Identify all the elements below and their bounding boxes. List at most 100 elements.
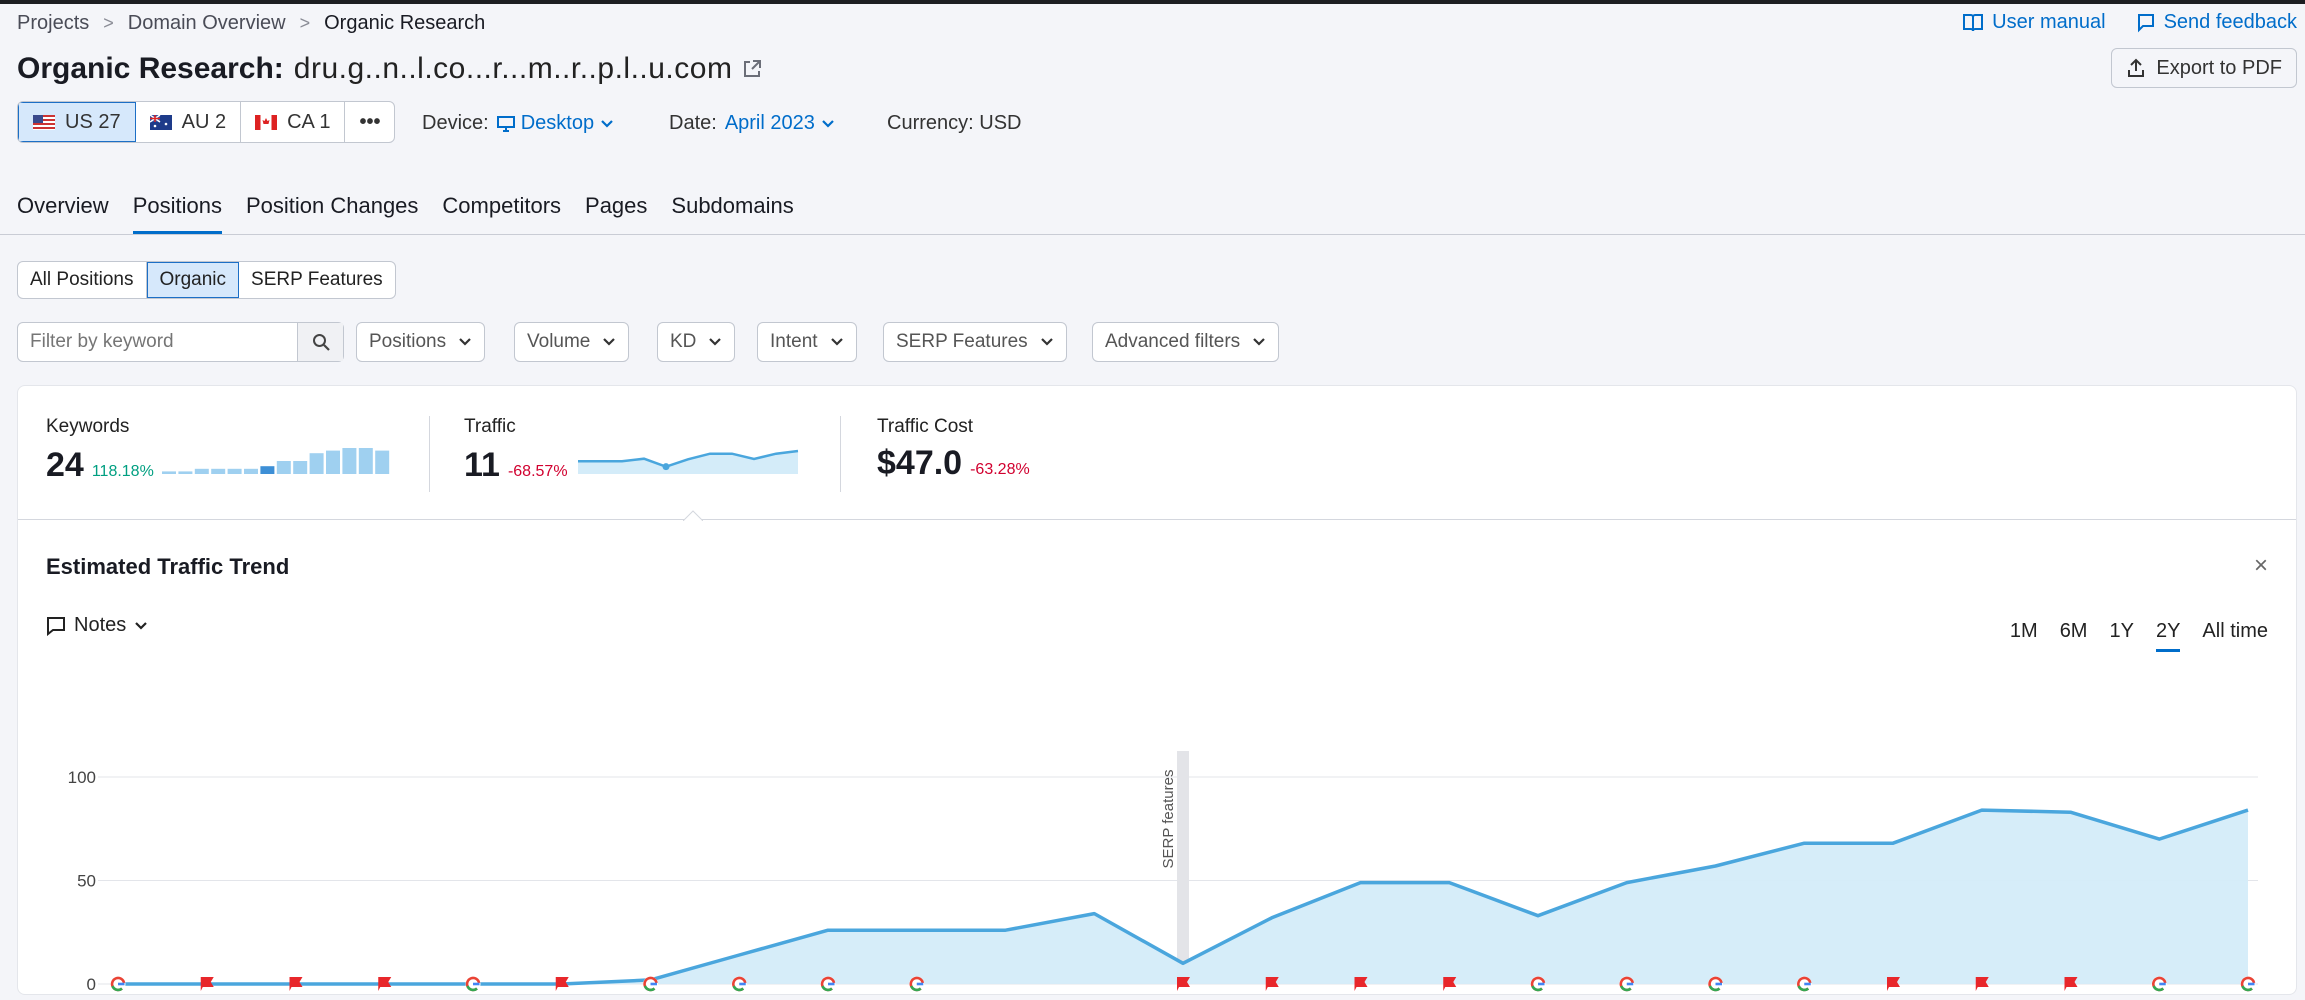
flag-marker	[1177, 977, 1190, 991]
filter-positions[interactable]: Positions	[356, 322, 486, 362]
keywords-spark-bar	[161, 471, 176, 474]
google-marker	[2151, 976, 2167, 992]
filter-volume[interactable]: Volume	[514, 322, 630, 362]
database-au[interactable]: AU 2	[136, 102, 242, 142]
google-marker	[1708, 976, 1723, 992]
flag-marker	[555, 977, 569, 991]
send-feedback-label: Send feedback	[2163, 11, 2297, 33]
overview-card: Keywords 24 118.18% Traffic 11 -68.57% T…	[17, 385, 2297, 995]
tab-pages[interactable]: Pages	[585, 193, 647, 234]
kpi-keywords-change: 118.18%	[91, 463, 154, 480]
kpi-traffic[interactable]: Traffic 11 -68.57%	[464, 416, 800, 485]
flag-marker	[1354, 977, 1368, 991]
flag-marker	[289, 977, 303, 991]
page-title-prefix: Organic Research:	[17, 52, 284, 85]
google-marker	[2240, 976, 2256, 992]
keywords-spark-bar	[358, 448, 373, 474]
database-us[interactable]: US 27	[18, 102, 136, 142]
chevron-down-icon	[601, 119, 613, 128]
au-flag-icon	[149, 114, 172, 130]
kpi-traffic-cost[interactable]: Traffic Cost $47.0 -63.28%	[877, 416, 1030, 483]
google-marker	[110, 976, 126, 992]
google-marker	[643, 976, 658, 992]
filter-serp-features[interactable]: SERP Features	[883, 322, 1067, 362]
segment-all-positions[interactable]: All Positions	[18, 262, 147, 298]
filter-intent[interactable]: Intent	[757, 322, 857, 362]
range-1y[interactable]: 1Y	[2109, 620, 2133, 652]
user-manual-link[interactable]: User manual	[1962, 11, 2106, 34]
chevron-down-icon	[822, 119, 834, 128]
us-flag-icon	[33, 114, 55, 130]
kpi-keywords-label: Keywords	[46, 416, 130, 437]
keywords-spark-bar	[342, 448, 357, 474]
breadcrumb-domain-overview[interactable]: Domain Overview	[128, 12, 286, 35]
flag-marker	[2064, 977, 2078, 991]
kpi-divider	[429, 416, 430, 492]
tab-competitors[interactable]: Competitors	[442, 193, 561, 234]
device-selector[interactable]: Device: Desktop	[422, 112, 614, 135]
currency-display: Currency: USD	[887, 112, 1021, 135]
tab-position-changes[interactable]: Position Changes	[246, 193, 418, 234]
send-feedback-link[interactable]: Send feedback	[2136, 11, 2297, 34]
date-selector[interactable]: Date: April 2023	[669, 112, 835, 135]
kpi-keywords-value-row: 24 118.18%	[46, 444, 392, 485]
export-pdf-button[interactable]: Export to PDF	[2111, 48, 2297, 88]
google-marker	[1796, 976, 1812, 992]
chevron-down-icon	[459, 338, 471, 346]
user-manual-label: User manual	[1992, 11, 2106, 33]
chevron-down-icon	[709, 338, 722, 346]
serp-features-annotation: SERP features	[1160, 770, 1177, 869]
breadcrumb-projects[interactable]: Projects	[17, 12, 89, 35]
close-icon[interactable]: ×	[2254, 552, 2268, 580]
kpi-keywords[interactable]: Keywords 24 118.18%	[46, 416, 392, 485]
keyword-filter	[17, 322, 344, 362]
date-value: April 2023	[724, 112, 815, 134]
segment-serp-features[interactable]: SERP Features	[239, 262, 395, 298]
flag-marker	[378, 977, 392, 991]
notes-dropdown[interactable]: Notes	[46, 614, 148, 637]
notes-label: Notes	[74, 614, 127, 636]
range-1m[interactable]: 1M	[2010, 620, 2038, 652]
kpi-traffic-cost-change: -63.28%	[970, 461, 1030, 478]
keywords-spark-bar	[293, 461, 308, 474]
segment-organic[interactable]: Organic	[146, 262, 240, 298]
chevron-down-icon	[603, 338, 616, 346]
range-all-time[interactable]: All time	[2202, 620, 2268, 652]
database-ca[interactable]: CA 1	[241, 102, 346, 142]
trend-title: Estimated Traffic Trend	[46, 554, 290, 579]
range-2y[interactable]: 2Y	[2155, 620, 2181, 652]
kpi-divider	[840, 416, 841, 492]
message-icon	[2137, 13, 2154, 32]
filter-advanced[interactable]: Advanced filters	[1092, 322, 1280, 362]
date-value-wrap: April 2023	[725, 112, 835, 135]
keywords-spark-bar	[375, 450, 390, 474]
note-icon	[47, 616, 65, 636]
tab-overview[interactable]: Overview	[17, 193, 109, 234]
range-6m[interactable]: 6M	[2060, 620, 2088, 652]
google-marker	[820, 976, 836, 992]
google-marker	[909, 976, 925, 992]
kpi-pointer	[683, 510, 703, 521]
more-databases-button[interactable]: •••	[345, 102, 394, 142]
breadcrumb-current: Organic Research	[324, 12, 486, 34]
flag-marker	[1265, 977, 1279, 991]
time-range-selector: 1M 6M 1Y 2Y All time	[2010, 620, 2268, 652]
kpi-traffic-cost-value-row: $47.0 -63.28%	[877, 444, 1030, 483]
traffic-spark-point	[662, 463, 670, 471]
tab-subdomains[interactable]: Subdomains	[671, 193, 793, 234]
currency-label: Currency: USD	[887, 112, 1022, 134]
breadcrumb: Projects > Domain Overview > Organic Res…	[17, 12, 485, 35]
traffic-sparkline	[577, 449, 798, 474]
device-value: Desktop	[520, 112, 595, 134]
domain-name: dru.g..n..l.co...r...m..r..p.l..u.com	[293, 52, 733, 85]
filter-kd[interactable]: KD	[657, 322, 736, 362]
google-marker	[465, 976, 481, 992]
more-icon: •••	[359, 110, 381, 133]
tab-positions[interactable]: Positions	[132, 193, 222, 234]
kpi-traffic-change: -68.57%	[507, 463, 568, 480]
keywords-spark-bar	[325, 450, 340, 474]
search-button[interactable]	[297, 323, 343, 361]
keyword-filter-input[interactable]	[18, 323, 297, 361]
filter-advanced-label: Advanced filters	[1105, 331, 1241, 352]
external-link-icon[interactable]	[742, 59, 762, 79]
